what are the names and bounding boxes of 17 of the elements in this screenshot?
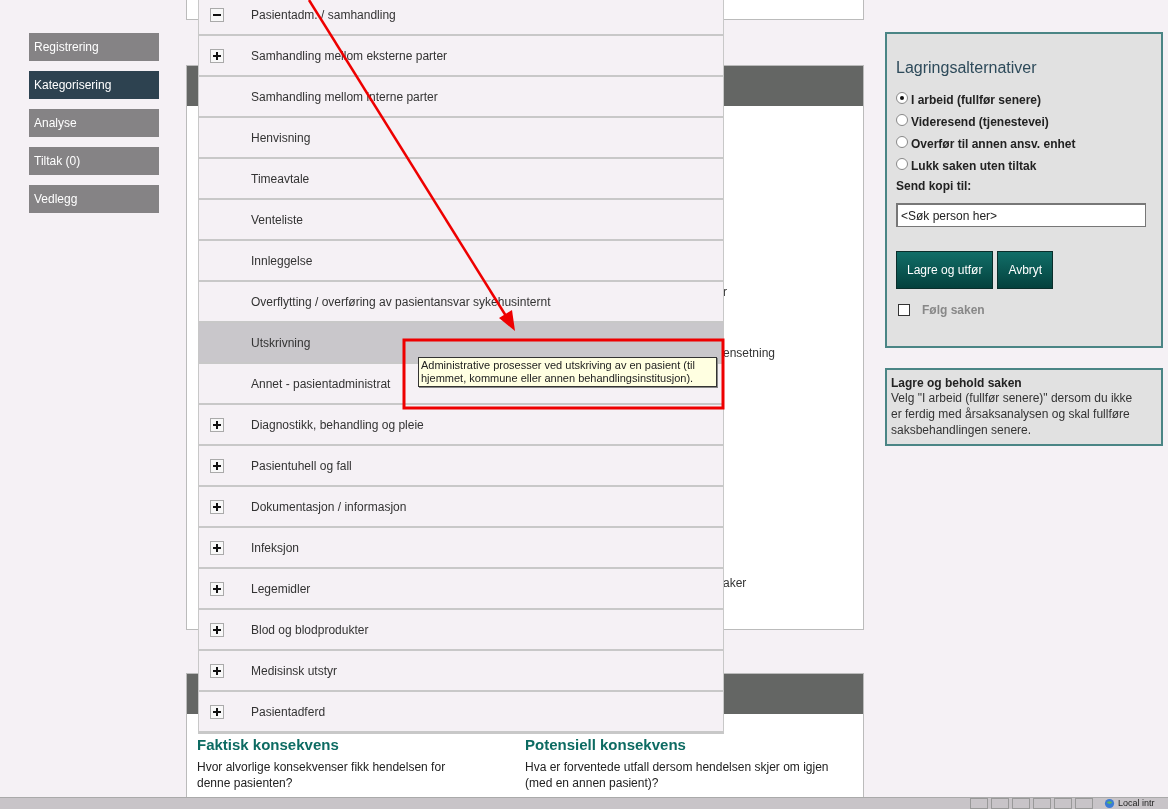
checkbox-label: Følg saken: [922, 303, 985, 317]
panel-text: r: [723, 285, 727, 299]
radio-label: Overfør til annen ansv. enhet: [911, 137, 1076, 151]
radio-label: I arbeid (fullfør senere): [911, 93, 1042, 107]
radio-label: Lukk saken uten tiltak: [911, 159, 1037, 173]
question-text: Hvor alvorlige konsekvenser fikk hendelsen for denne pasienten?: [197, 759, 447, 791]
section-title: Faktisk konsekvens: [197, 736, 340, 753]
zone-text: Local intr: [1118, 798, 1156, 809]
question-text: Hva er forventede utfall dersom hendelsen skjer om igjen (med en annen pasient)?: [525, 759, 830, 791]
info-title: Lagre og behold saken: [891, 376, 1023, 390]
field-label: Send kopi til:: [896, 179, 973, 193]
panel-text: aker: [723, 576, 747, 590]
radio-label: Videresend (tjenestevei): [911, 115, 1049, 129]
tooltip: Administrative prosesser ved utskriving av en pasient (til hjemmet, kommune eller annen behandlingsinstitusjon).: [418, 357, 717, 387]
panel-title: Lagringsalternativer: [896, 59, 1038, 77]
section-title: Potensiell konsekvens: [525, 736, 687, 753]
info-text: Velg "I arbeid (fullfør senere)" dersom du ikke er ferdig med årsaksanalysen og skal fullføre saksbehandlingen senere.: [891, 390, 1134, 438]
